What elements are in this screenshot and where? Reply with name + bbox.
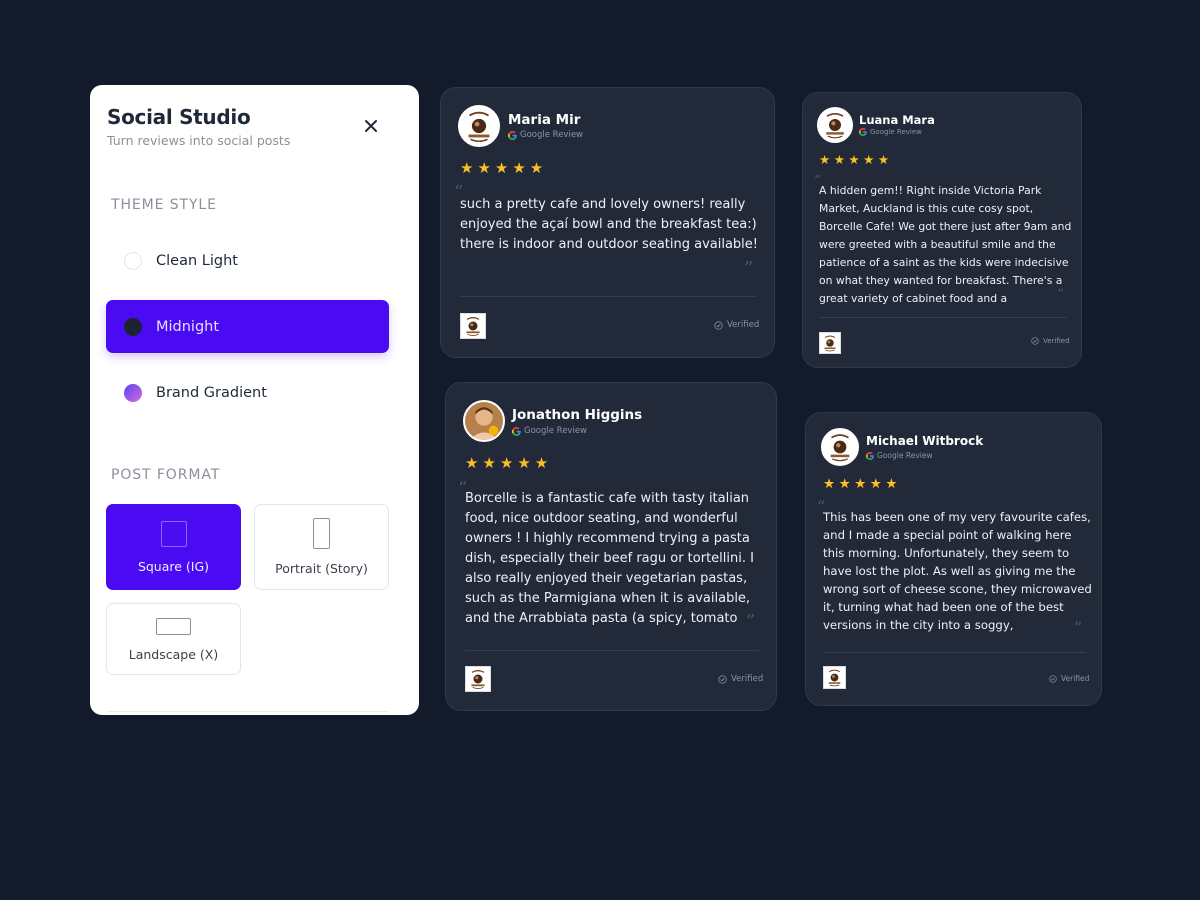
review-card[interactable]: Luana Mara Google Review ★★★★★ “ A hidde… — [802, 92, 1082, 368]
format-label: Landscape (X) — [128, 647, 219, 662]
card-divider — [460, 296, 757, 297]
cafe-logo-icon — [466, 667, 490, 691]
reviewer-name: Maria Mir — [508, 112, 581, 128]
verified-badge: Verified — [1031, 337, 1070, 345]
quote-close-icon: ” — [746, 611, 756, 632]
verified-badge: Verified — [1049, 674, 1089, 683]
review-card[interactable]: Michael Witbrock Google Review ★★★★★ “ T… — [805, 412, 1102, 706]
avatar — [821, 428, 859, 466]
google-icon — [512, 427, 521, 436]
theme-option-midnight[interactable]: Midnight — [106, 300, 389, 353]
google-icon — [859, 128, 867, 136]
review-text: A hidden gem!! Right inside Victoria Par… — [819, 184, 1072, 305]
verified-label: Verified — [731, 674, 764, 684]
format-label: Portrait (Story) — [275, 561, 368, 576]
reviewer-name: Jonathon Higgins — [512, 407, 643, 423]
theme-style-heading: THEME STYLE — [111, 197, 217, 213]
brand-logo — [823, 666, 846, 689]
verified-badge: Verified — [714, 320, 759, 330]
midnight-swatch-icon — [124, 317, 142, 336]
check-circle-icon — [1049, 675, 1057, 683]
avatar — [463, 400, 505, 442]
brand-logo — [819, 332, 841, 354]
check-circle-icon — [1031, 337, 1039, 345]
gradient-swatch-icon — [124, 383, 142, 402]
reviewer-name: Luana Mara — [859, 113, 935, 127]
post-format-heading: POST FORMAT — [111, 467, 221, 483]
panel-title: Social Studio — [107, 105, 251, 129]
portrait-icon — [313, 518, 330, 549]
landscape-icon — [156, 618, 191, 635]
theme-option-clean-light[interactable]: Clean Light — [106, 234, 389, 287]
star-rating: ★★★★★ — [823, 476, 902, 492]
cafe-logo-icon — [820, 333, 840, 353]
theme-option-label: Clean Light — [156, 252, 238, 269]
review-text: such a pretty cafe and lovely owners! re… — [460, 197, 759, 252]
cafe-logo-icon — [819, 109, 851, 141]
close-icon — [365, 120, 377, 132]
star-rating: ★★★★★ — [465, 454, 553, 472]
theme-option-label: Midnight — [156, 318, 220, 335]
theme-option-label: Brand Gradient — [156, 384, 267, 401]
close-button[interactable] — [358, 113, 384, 139]
card-divider — [465, 650, 759, 651]
quote-close-icon: ” — [1074, 618, 1083, 637]
cafe-logo-icon — [461, 314, 485, 338]
panel-subtitle: Turn reviews into social posts — [107, 133, 291, 148]
card-divider — [819, 317, 1067, 318]
quote-close-icon: ” — [1057, 287, 1065, 303]
reviewer-name: Michael Witbrock — [866, 434, 984, 448]
theme-option-brand-gradient[interactable]: Brand Gradient — [106, 366, 389, 419]
person-photo-icon — [465, 402, 503, 440]
quote-close-icon: ” — [744, 258, 754, 279]
review-card[interactable]: Jonathon Higgins Google Review ★★★★★ “ B… — [445, 382, 777, 711]
review-card[interactable]: Maria Mir Google Review ★★★★★ “ such a p… — [440, 87, 775, 358]
verified-label: Verified — [727, 320, 760, 330]
verified-badge: Verified — [718, 674, 763, 684]
avatar — [817, 107, 853, 143]
clean-light-swatch-icon — [124, 251, 142, 270]
google-icon — [866, 452, 874, 460]
star-rating: ★★★★★ — [819, 152, 893, 167]
format-label: Square (IG) — [137, 559, 210, 574]
panel-divider — [107, 711, 389, 712]
star-rating: ★★★★★ — [460, 159, 548, 177]
verified-label: Verified — [1043, 337, 1070, 345]
card-divider — [823, 652, 1086, 653]
review-source: Google Review — [866, 451, 933, 460]
review-source: Google Review — [859, 128, 922, 136]
brand-logo — [465, 666, 491, 692]
cafe-logo-icon — [824, 667, 845, 688]
social-studio-panel: Social Studio Turn reviews into social p… — [90, 85, 419, 715]
brand-logo — [460, 313, 486, 339]
verified-label: Verified — [1061, 674, 1090, 683]
square-icon — [160, 521, 187, 547]
review-text: Borcelle is a fantastic cafe with tasty … — [465, 491, 754, 626]
check-circle-icon — [718, 675, 727, 684]
cafe-logo-icon — [460, 107, 498, 145]
check-circle-icon — [714, 321, 723, 330]
google-icon — [508, 131, 517, 140]
format-landscape-button[interactable]: Landscape (X) — [106, 603, 241, 675]
review-source-label: Google Review — [520, 130, 584, 140]
review-source-label: Google Review — [524, 426, 588, 436]
cafe-logo-icon — [823, 430, 857, 464]
review-text: This has been one of my very favourite c… — [823, 510, 1092, 632]
review-source: Google Review — [512, 426, 587, 436]
format-square-button[interactable]: Square (IG) — [106, 504, 241, 590]
review-source-label: Google Review — [870, 128, 922, 136]
format-portrait-button[interactable]: Portrait (Story) — [254, 504, 389, 590]
review-source-label: Google Review — [877, 451, 933, 460]
review-source: Google Review — [508, 130, 583, 140]
avatar — [458, 105, 500, 147]
